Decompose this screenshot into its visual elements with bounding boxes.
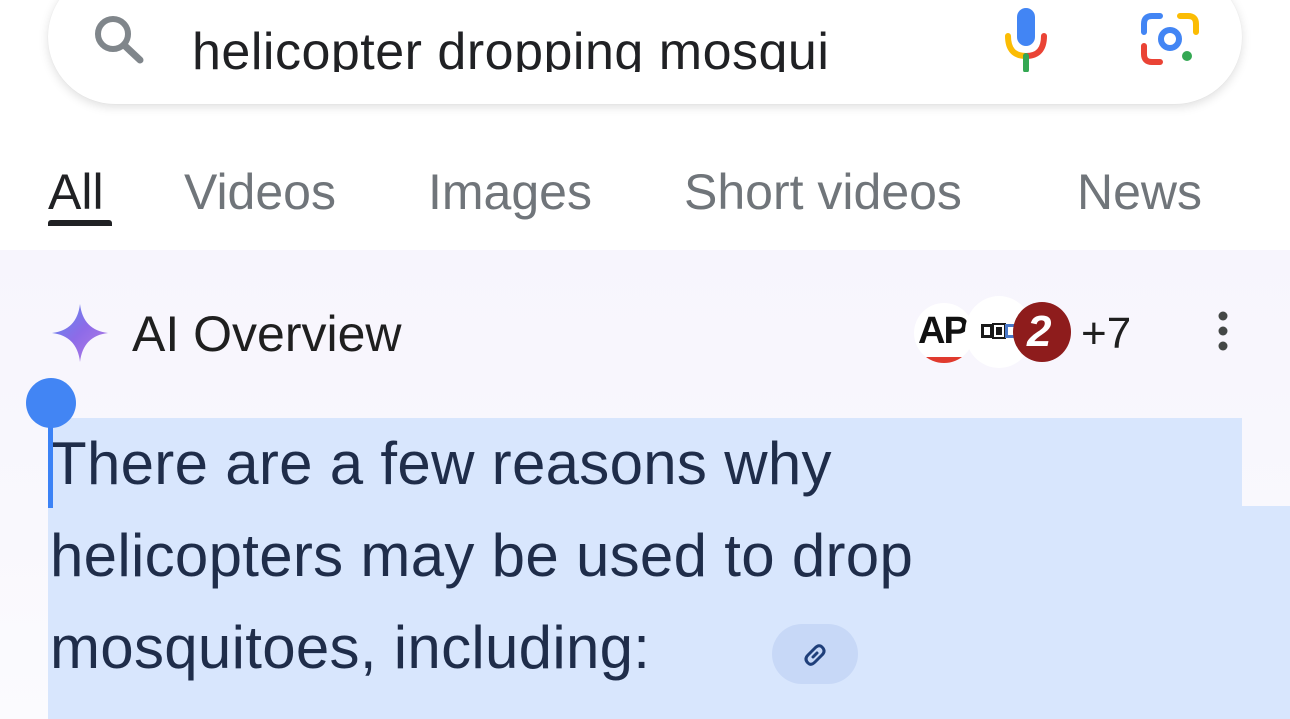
active-tab-indicator [48,220,112,226]
source-2-label: 2 [1027,307,1052,356]
search-input[interactable]: helicopter dropping mosqui [192,14,962,72]
search-tabs: All Videos Images Short videos News [0,148,1290,248]
tab-images[interactable]: Images [428,162,592,222]
tab-news[interactable]: News [1077,162,1202,222]
ai-overview-title: AI Overview [132,306,402,362]
tab-short-videos[interactable]: Short videos [684,162,962,222]
selection-caret[interactable] [48,418,53,508]
tab-videos[interactable]: Videos [184,162,336,222]
source-channel-2-icon[interactable]: 2 [1013,302,1071,362]
search-results-page: helicopter dropping mosqui All Videos Im… [0,0,1290,719]
sparkle-icon [52,304,108,362]
answer-line-2: helicopters may be used to drop [50,522,914,589]
ap-red-bar [924,357,964,363]
mic-icon[interactable] [1002,6,1050,72]
search-icon[interactable] [92,14,148,66]
google-lens-icon[interactable] [1140,10,1200,68]
tab-all[interactable]: All [48,162,104,222]
answer-line-3: mosquitoes, including: [50,614,651,681]
answer-line-1: There are a few reasons why [50,430,832,497]
selection-start-handle[interactable] [26,378,76,428]
more-options-icon[interactable] [1210,310,1236,352]
source-ap-label: AP [918,310,969,352]
more-sources-count[interactable]: +7 [1081,306,1131,362]
link-icon [804,644,826,666]
citation-link-button[interactable] [772,624,858,684]
